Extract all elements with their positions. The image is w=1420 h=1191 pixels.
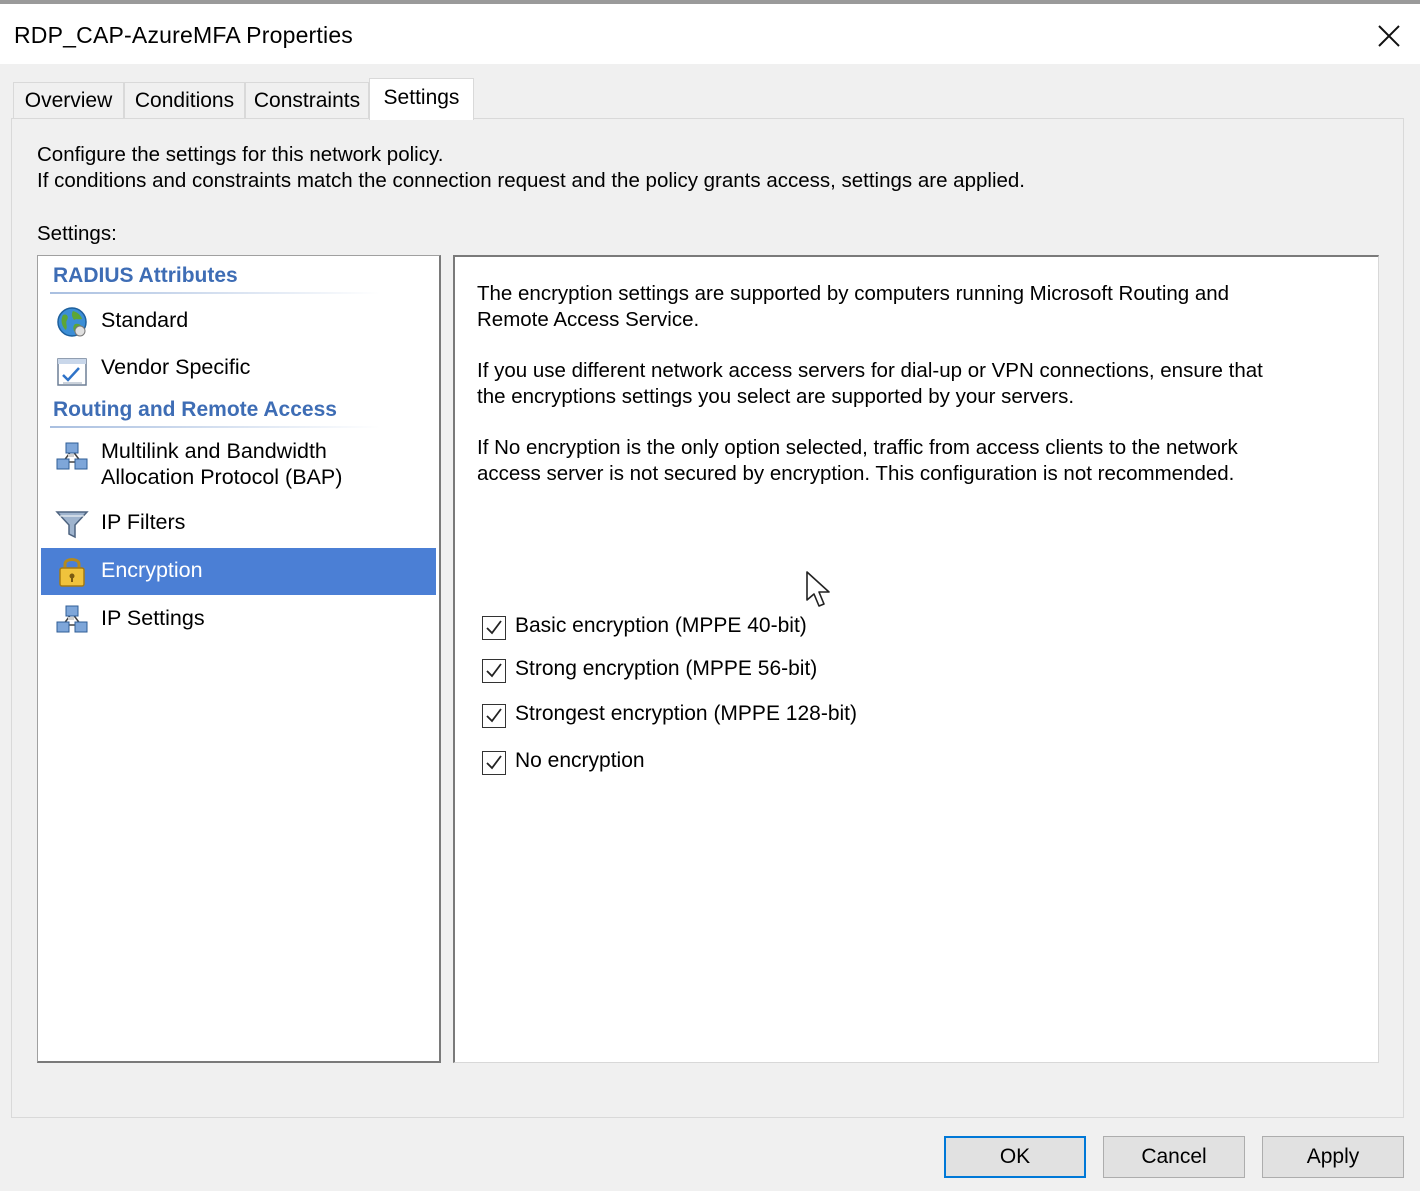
- settings-label: Settings:: [37, 222, 117, 245]
- description-line: If you use different network access serv…: [477, 359, 1263, 382]
- description-line: The encryption settings are supported by…: [477, 282, 1230, 305]
- checkbox[interactable]: [482, 704, 506, 728]
- checklist-icon: [57, 358, 87, 386]
- group-heading-rras: Routing and Remote Access: [53, 398, 337, 421]
- close-icon: [1378, 25, 1400, 47]
- option-label: Strong encryption (MPPE 56-bit): [515, 657, 818, 680]
- tree-item-label-line-1: Multilink and Bandwidth: [101, 439, 327, 463]
- description-line: access server is not secured by encrypti…: [477, 462, 1235, 485]
- checkbox[interactable]: [482, 616, 506, 640]
- tree-item-encryption[interactable]: Encryption: [41, 548, 436, 595]
- ok-button[interactable]: OK: [944, 1136, 1086, 1178]
- checkmark-icon: [486, 755, 502, 770]
- tree-item-ip-settings[interactable]: IP Settings: [41, 598, 436, 640]
- option-no-encryption[interactable]: No encryption: [482, 748, 682, 778]
- tree-item-label: Encryption: [101, 558, 203, 582]
- cancel-button[interactable]: Cancel: [1103, 1136, 1245, 1178]
- option-label: Basic encryption (MPPE 40-bit): [515, 614, 807, 637]
- funnel-icon: [55, 511, 89, 539]
- description-line: the encryptions settings you select are …: [477, 385, 1075, 408]
- group-divider: [50, 292, 380, 294]
- group-heading-radius: RADIUS Attributes: [53, 264, 238, 287]
- tree-item-standard[interactable]: Standard: [41, 302, 436, 342]
- tree-item-label: IP Filters: [101, 510, 186, 534]
- option-basic-encryption[interactable]: Basic encryption (MPPE 40-bit): [482, 613, 822, 643]
- tree-item-label: IP Settings: [101, 606, 205, 630]
- mouse-pointer-icon: [806, 571, 830, 607]
- tab-overview[interactable]: Overview: [13, 82, 124, 118]
- tab-settings[interactable]: Settings: [369, 78, 474, 120]
- tree-item-ip-filters[interactable]: IP Filters: [41, 502, 436, 544]
- group-divider: [50, 426, 380, 428]
- tree-item-label: Vendor Specific: [101, 355, 251, 379]
- intro-line-2: If conditions and constraints match the …: [37, 169, 1025, 192]
- intro-text: Configure the settings for this network …: [37, 142, 1025, 194]
- title-bar: RDP_CAP-AzureMFA Properties: [0, 4, 1420, 64]
- option-label: Strongest encryption (MPPE 128-bit): [515, 702, 857, 725]
- checkbox[interactable]: [482, 659, 506, 683]
- tree-item-vendor-specific[interactable]: Vendor Specific: [41, 350, 436, 390]
- description-paragraph-2: If you use different network access serv…: [477, 358, 1317, 410]
- network-icon: [56, 605, 88, 633]
- network-icon: [56, 442, 88, 470]
- padlock-icon: [59, 558, 85, 587]
- tree-item-label-line-2: Allocation Protocol (BAP): [101, 465, 343, 489]
- description-line: If No encryption is the only option sele…: [477, 436, 1238, 459]
- option-strong-encryption[interactable]: Strong encryption (MPPE 56-bit): [482, 656, 832, 686]
- apply-button[interactable]: Apply: [1262, 1136, 1404, 1178]
- globe-icon: [57, 307, 87, 337]
- description-paragraph-3: If No encryption is the only option sele…: [477, 435, 1317, 487]
- window-title: RDP_CAP-AzureMFA Properties: [14, 22, 354, 48]
- option-label: No encryption: [515, 749, 645, 772]
- description-line: Remote Access Service.: [477, 308, 700, 331]
- tab-constraints[interactable]: Constraints: [245, 82, 369, 118]
- tab-conditions[interactable]: Conditions: [124, 82, 245, 118]
- checkbox[interactable]: [482, 751, 506, 775]
- tree-item-multilink-bap[interactable]: Multilink and Bandwidth Allocation Proto…: [41, 434, 436, 494]
- checkmark-icon: [486, 708, 502, 723]
- settings-tree: RADIUS Attributes Standard Vendor Specif…: [37, 255, 441, 1063]
- checkmark-icon: [486, 663, 502, 678]
- close-button[interactable]: [1366, 16, 1412, 56]
- description-paragraph-1: The encryption settings are supported by…: [477, 281, 1317, 333]
- option-strongest-encryption[interactable]: Strongest encryption (MPPE 128-bit): [482, 701, 872, 731]
- intro-line-1: Configure the settings for this network …: [37, 143, 444, 166]
- checkmark-icon: [486, 620, 502, 635]
- tree-item-label: Standard: [101, 308, 189, 332]
- encryption-panel: The encryption settings are supported by…: [453, 255, 1379, 1063]
